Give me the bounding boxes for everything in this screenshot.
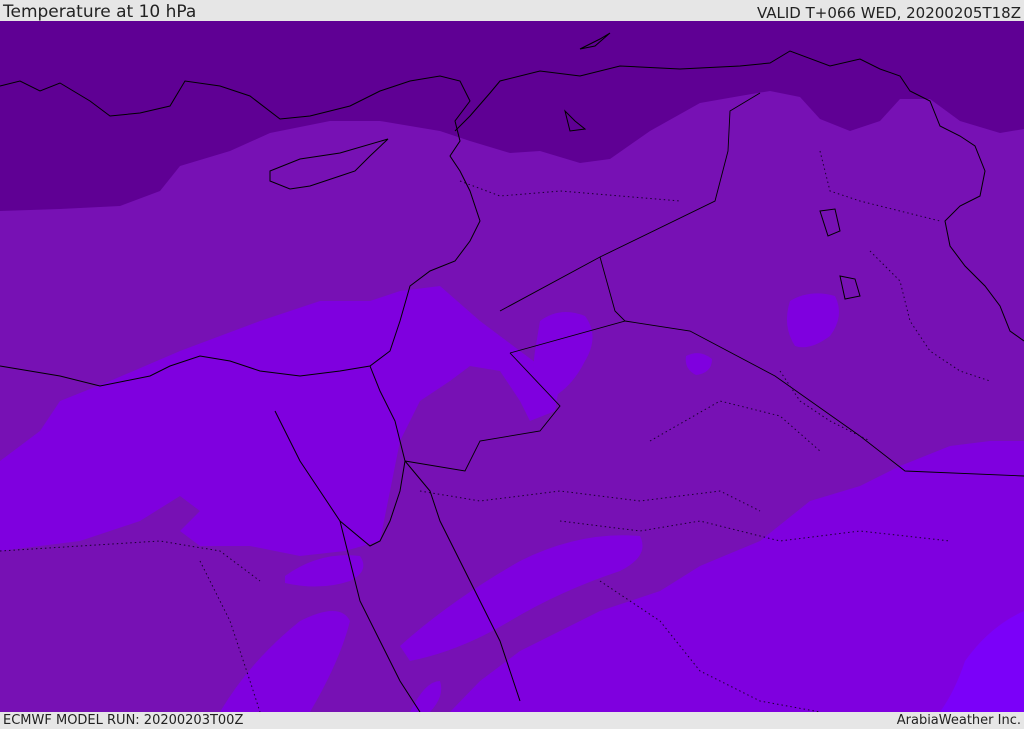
weather-map[interactable] <box>0 21 1024 712</box>
valid-time: VALID T+066 WED, 20200205T18Z <box>756 4 1021 22</box>
header-bar: Temperature at 10 hPa VALID T+066 WED, 2… <box>0 0 1024 21</box>
map-title: Temperature at 10 hPa <box>3 2 197 22</box>
model-run: ECMWF MODEL RUN: 20200203T00Z <box>3 713 244 728</box>
temperature-field <box>0 21 1024 712</box>
credit-text: ArabiaWeather Inc. <box>896 713 1021 728</box>
footer-bar: ECMWF MODEL RUN: 20200203T00Z ArabiaWeat… <box>0 712 1024 729</box>
